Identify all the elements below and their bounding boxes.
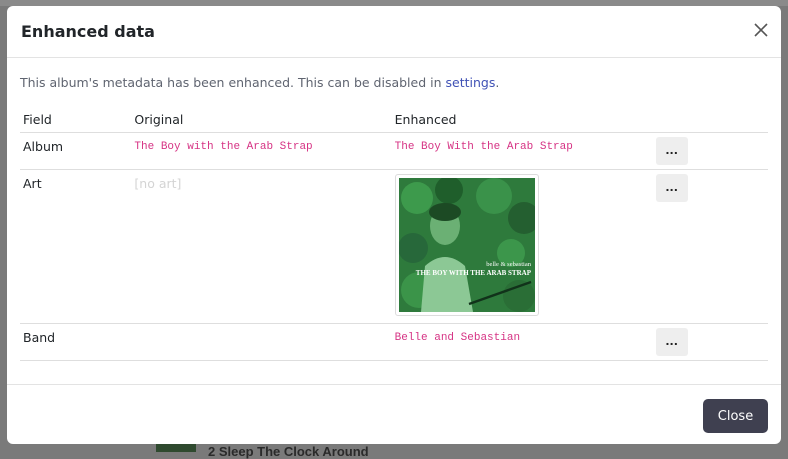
table-header-row: Field Original Enhanced [20,107,768,133]
original-value-album: The Boy with the Arab Strap [134,141,313,153]
intro-message: This album's metadata has been enhanced.… [20,75,446,90]
modal-footer: Close [7,384,781,444]
enhanced-data-modal: Enhanced data This album's metadata has … [7,6,781,444]
table-row-art: Art [no art] belle & sebastian THE BOY W… [20,169,768,324]
field-label-art: Art [23,176,42,191]
table-row-band: Band Belle and Sebastian ... [20,323,768,361]
intro-period: . [495,75,500,90]
field-label-album: Album [23,139,64,154]
enhanced-value-album: The Boy With the Arab Strap [394,141,573,153]
settings-link[interactable]: settings [446,75,496,90]
cover-band-text: belle & sebastian [486,261,532,268]
original-value-art: [no art] [134,176,182,191]
cover-album-text: THE BOY WITH THE ARAB STRAP [415,269,531,277]
modal-title: Enhanced data [21,22,155,41]
column-header-original: Original [131,107,392,133]
field-label-band: Band [23,330,56,345]
column-header-enhanced: Enhanced [391,107,653,133]
original-value-band [134,324,388,332]
table-row-album: Album The Boy with the Arab Strap The Bo… [20,132,768,170]
column-header-actions [652,107,768,133]
modal-header: Enhanced data [7,6,781,58]
band-options-button[interactable]: ... [655,328,688,356]
art-options-button[interactable]: ... [655,174,688,202]
close-icon[interactable] [753,22,769,38]
enhanced-value-band: Belle and Sebastian [394,332,521,344]
metadata-table: Field Original Enhanced Album The Boy wi… [20,107,768,361]
column-header-field: Field [20,107,132,133]
intro-text: This album's metadata has been enhanced.… [20,58,768,94]
close-x-icon [754,23,768,37]
modal-body: This album's metadata has been enhanced.… [7,58,781,361]
background-track-thumbnail [156,444,196,452]
album-art-thumbnail: belle & sebastian THE BOY WITH THE ARAB … [394,174,540,316]
album-options-button[interactable]: ... [655,137,688,165]
album-cover-image: belle & sebastian THE BOY WITH THE ARAB … [397,176,540,312]
close-button[interactable]: Close [703,399,768,433]
